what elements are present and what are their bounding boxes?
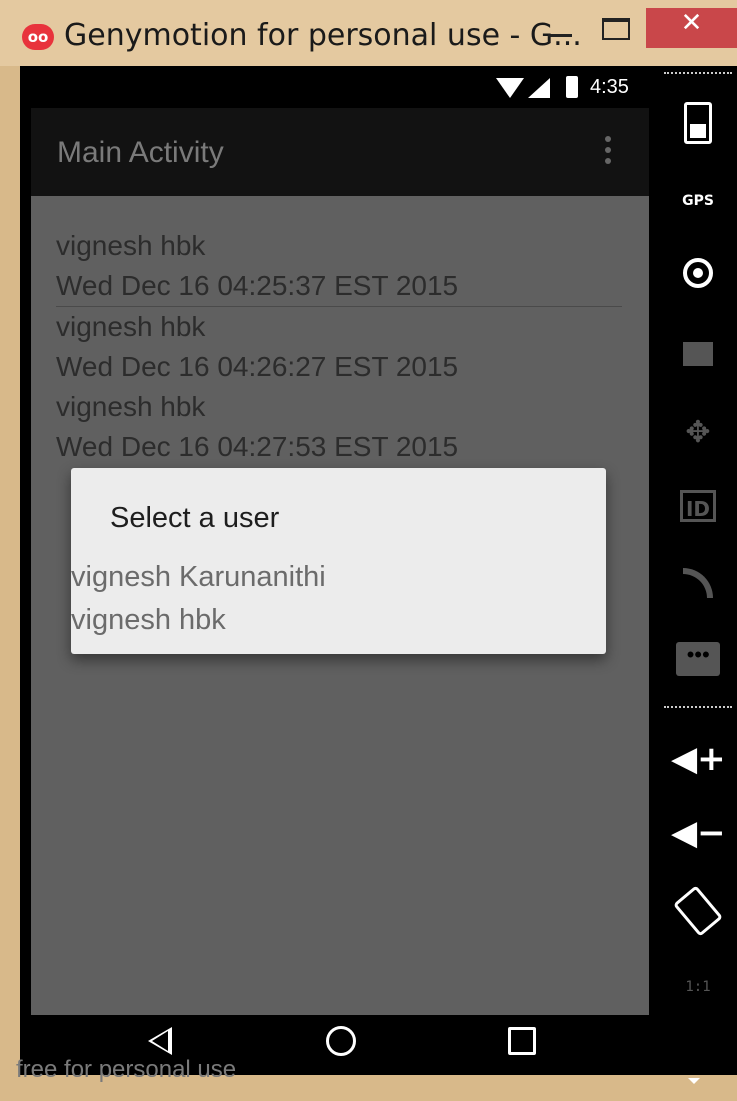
dpad-icon[interactable]: ✥ — [671, 406, 725, 460]
volume-down-icon[interactable]: ◀− — [671, 806, 726, 860]
message-icon[interactable]: ••• — [671, 634, 725, 688]
entry-date: Wed Dec 16 04:26:27 EST 2015 — [56, 351, 459, 382]
clapper-icon[interactable] — [671, 330, 725, 384]
entry-list: vignesh hbk Wed Dec 16 04:25:37 EST 2015… — [56, 226, 622, 467]
close-button[interactable]: ✕ — [646, 8, 737, 48]
rotate-icon[interactable] — [671, 884, 725, 938]
pixel-perfect-icon[interactable]: 1:1 — [671, 960, 725, 1014]
user-options-list: vignesh Karunanithi vignesh hbk — [71, 556, 606, 642]
home-icon[interactable] — [326, 1026, 356, 1056]
id-label: ID — [680, 490, 716, 522]
maximize-button[interactable] — [602, 18, 630, 40]
genymotion-sidebar: GPS ✥ ID ••• ◀+ ◀− 1:1 — [660, 66, 737, 1075]
chevron-down-icon[interactable] — [688, 1078, 700, 1084]
select-user-dialog: Select a user vignesh Karunanithi vignes… — [71, 468, 606, 654]
list-item[interactable]: vignesh hbk Wed Dec 16 04:27:53 EST 2015 — [56, 387, 622, 467]
user-option[interactable]: vignesh hbk — [71, 599, 606, 642]
entry-date: Wed Dec 16 04:25:37 EST 2015 — [56, 270, 459, 301]
entry-name: vignesh hbk — [56, 230, 206, 261]
genymotion-logo-icon: oo — [22, 24, 54, 50]
overflow-menu-icon[interactable] — [605, 136, 611, 170]
window-titlebar[interactable]: oo Genymotion for personal use - G... ✕ — [0, 0, 737, 66]
message-glyph: ••• — [676, 642, 720, 676]
action-bar: Main Activity — [31, 108, 649, 196]
status-time: 4:35 — [590, 76, 629, 98]
battery-icon[interactable] — [671, 96, 725, 150]
main-content: vignesh hbk Wed Dec 16 04:25:37 EST 2015… — [31, 196, 649, 1015]
entry-name: vignesh hbk — [56, 391, 206, 422]
window-title: Genymotion for personal use - G... — [64, 18, 582, 53]
recent-apps-icon[interactable] — [508, 1027, 536, 1055]
signal-icon — [528, 78, 550, 98]
gps-icon[interactable]: GPS — [671, 174, 725, 228]
volume-up-icon[interactable]: ◀+ — [671, 732, 726, 786]
genymotion-window: oo Genymotion for personal use - G... ✕ … — [0, 0, 737, 1101]
wifi-icon — [496, 78, 524, 98]
back-icon[interactable] — [148, 1027, 172, 1055]
app-title: Main Activity — [57, 136, 224, 169]
watermark: free for personal use — [16, 1056, 237, 1083]
list-item[interactable]: vignesh hbk Wed Dec 16 04:26:27 EST 2015 — [56, 307, 622, 387]
id-icon[interactable]: ID — [671, 482, 725, 536]
minimize-button[interactable] — [548, 34, 572, 37]
entry-name: vignesh hbk — [56, 311, 206, 342]
user-option[interactable]: vignesh Karunanithi — [71, 556, 606, 599]
webcam-icon[interactable] — [671, 252, 725, 306]
android-screen: 4:35 Main Activity vignesh hbk Wed Dec 1… — [20, 66, 660, 1075]
battery-icon — [566, 76, 578, 98]
list-item[interactable]: vignesh hbk Wed Dec 16 04:25:37 EST 2015 — [56, 226, 622, 306]
dialog-title: Select a user — [110, 502, 280, 534]
rss-icon[interactable] — [671, 558, 725, 612]
status-bar: 4:35 — [20, 66, 660, 108]
entry-date: Wed Dec 16 04:27:53 EST 2015 — [56, 431, 459, 462]
divider — [664, 706, 732, 708]
divider — [664, 72, 732, 74]
